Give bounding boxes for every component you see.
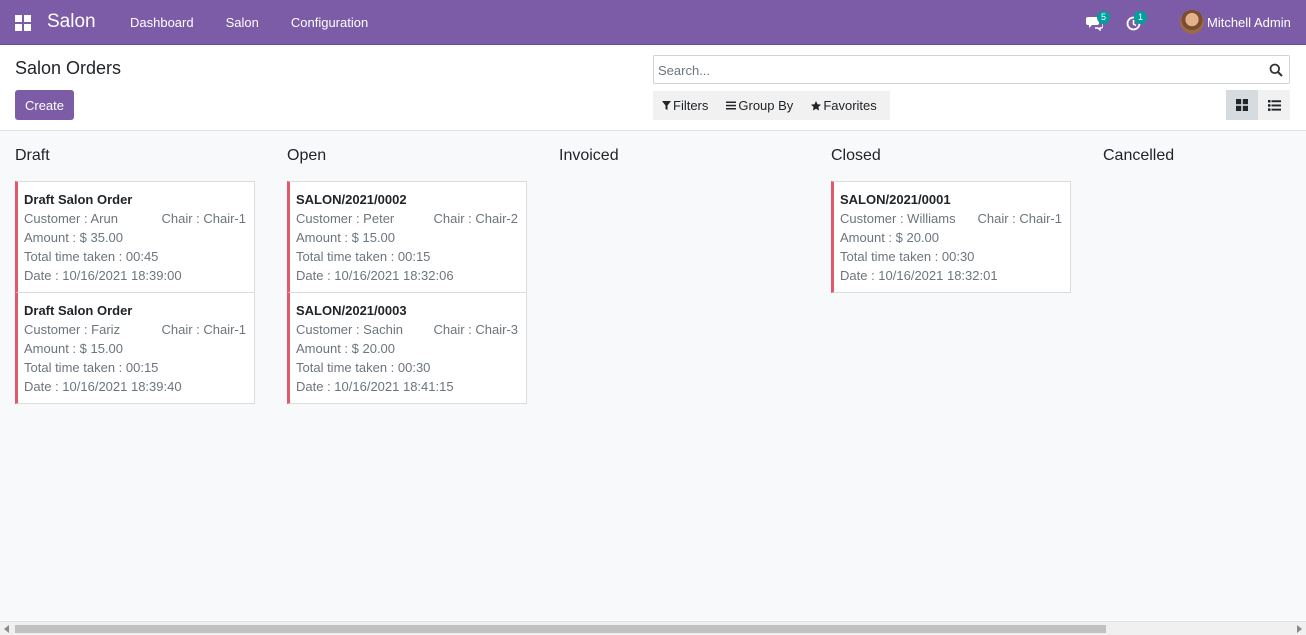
kanban-card[interactable]: Draft Salon Order Customer : Arun Chair … [15, 181, 255, 293]
card-time: Total time taken : 00:15 [24, 360, 159, 375]
card-title: Draft Salon Order [24, 303, 133, 318]
card-time: Total time taken : 00:30 [840, 249, 975, 264]
card-amount: Amount : $ 20.00 [296, 341, 396, 356]
card-amount: Amount : $ 15.00 [24, 341, 124, 356]
kanban-grid-icon [1236, 99, 1248, 111]
user-menu[interactable]: Mitchell Admin [1180, 8, 1291, 36]
activities-badge: 1 [1134, 11, 1147, 24]
column-cancelled: Cancelled [1103, 131, 1306, 621]
column-invoiced: Invoiced [559, 131, 799, 621]
activity-menu[interactable]: 1 [1125, 11, 1149, 34]
top-navbar: Salon Dashboard Salon Configuration 5 1 … [0, 0, 1306, 45]
user-name: Mitchell Admin [1207, 14, 1291, 30]
view-switcher [1226, 90, 1290, 120]
page-title: Salon Orders [15, 58, 122, 78]
card-date: Date : 10/16/2021 18:39:00 [24, 268, 182, 283]
column-title: Invoiced [559, 147, 619, 164]
card-customer: Customer : Peter [296, 211, 395, 226]
card-date: Date : 10/16/2021 18:39:40 [24, 379, 182, 394]
filter-icon [662, 101, 671, 110]
menu-configuration[interactable]: Configuration [275, 0, 384, 45]
scroll-right-arrow-icon[interactable] [1297, 625, 1302, 633]
card-chair: Chair : Chair-1 [161, 211, 246, 226]
column-title: Closed [831, 147, 881, 164]
kanban-board: Draft Draft Salon Order Customer : Arun … [0, 131, 1306, 621]
card-time: Total time taken : 00:15 [296, 249, 431, 264]
card-title: Draft Salon Order [24, 192, 133, 207]
card-chair: Chair : Chair-3 [433, 322, 518, 337]
search-icon[interactable] [1269, 63, 1283, 77]
messaging-menu[interactable]: 5 [1086, 11, 1110, 34]
control-panel: Salon Orders Create Filters Group By Fav… [0, 45, 1306, 131]
card-time: Total time taken : 00:30 [296, 360, 431, 375]
card-time: Total time taken : 00:45 [24, 249, 159, 264]
scroll-left-arrow-icon[interactable] [4, 625, 9, 633]
kanban-card[interactable]: SALON/2021/0001 Customer : Williams Chai… [831, 181, 1071, 293]
card-date: Date : 10/16/2021 18:32:01 [840, 268, 998, 283]
column-cards: SALON/2021/0002 Customer : Peter Chair :… [287, 181, 527, 404]
kanban-card[interactable]: SALON/2021/0002 Customer : Peter Chair :… [287, 181, 527, 293]
list-view-button[interactable] [1258, 90, 1290, 120]
card-chair: Chair : Chair-2 [433, 211, 518, 226]
star-icon [811, 100, 822, 110]
create-button[interactable]: Create [15, 90, 74, 120]
messages-badge: 5 [1097, 11, 1110, 24]
card-chair: Chair : Chair-1 [161, 322, 246, 337]
menu-salon[interactable]: Salon [210, 0, 275, 45]
column-cards: SALON/2021/0001 Customer : Williams Chai… [831, 181, 1071, 293]
favorites-label: Favorites [823, 98, 877, 113]
group-by-button[interactable]: Group By [717, 91, 802, 120]
card-date: Date : 10/16/2021 18:41:15 [296, 379, 454, 394]
search-options-bar: Filters Group By Favorites [653, 91, 890, 120]
card-amount: Amount : $ 15.00 [296, 230, 396, 245]
column-cards: Draft Salon Order Customer : Arun Chair … [15, 181, 255, 404]
filters-button[interactable]: Filters [653, 91, 717, 120]
card-date: Date : 10/16/2021 18:32:06 [296, 268, 454, 283]
card-customer: Customer : Fariz [24, 322, 121, 337]
main-menu: Dashboard Salon Configuration [114, 0, 384, 45]
scrollbar-thumb[interactable] [15, 625, 1106, 633]
card-chair: Chair : Chair-1 [977, 211, 1062, 226]
column-draft: Draft Draft Salon Order Customer : Arun … [15, 131, 255, 621]
card-customer: Customer : Sachin [296, 322, 403, 337]
search-input[interactable] [658, 60, 1258, 80]
menu-dashboard[interactable]: Dashboard [114, 0, 210, 45]
card-amount: Amount : $ 20.00 [840, 230, 940, 245]
card-customer: Customer : Arun [24, 211, 118, 226]
apps-menu-icon[interactable] [15, 15, 31, 31]
card-title: SALON/2021/0001 [840, 192, 951, 207]
group-by-label: Group By [738, 98, 794, 113]
card-amount: Amount : $ 35.00 [24, 230, 124, 245]
bars-icon [726, 101, 737, 110]
card-title: SALON/2021/0002 [296, 192, 407, 207]
column-title: Draft [15, 147, 50, 164]
avatar [1180, 10, 1204, 34]
search-box [653, 55, 1290, 84]
list-icon [1267, 99, 1281, 111]
kanban-card[interactable]: Draft Salon Order Customer : Fariz Chair… [15, 292, 255, 404]
filters-label: Filters [673, 98, 709, 113]
column-title: Cancelled [1103, 147, 1175, 164]
favorites-button[interactable]: Favorites [802, 91, 885, 120]
column-closed: Closed SALON/2021/0001 Customer : Willia… [831, 131, 1071, 621]
column-title: Open [287, 147, 327, 164]
kanban-view-button[interactable] [1226, 90, 1258, 120]
card-customer: Customer : Williams [840, 211, 956, 226]
card-title: SALON/2021/0003 [296, 303, 407, 318]
horizontal-scrollbar[interactable] [0, 621, 1306, 635]
app-brand[interactable]: Salon [47, 11, 96, 33]
column-open: Open SALON/2021/0002 Customer : Peter Ch… [287, 131, 527, 621]
kanban-card[interactable]: SALON/2021/0003 Customer : Sachin Chair … [287, 292, 527, 404]
